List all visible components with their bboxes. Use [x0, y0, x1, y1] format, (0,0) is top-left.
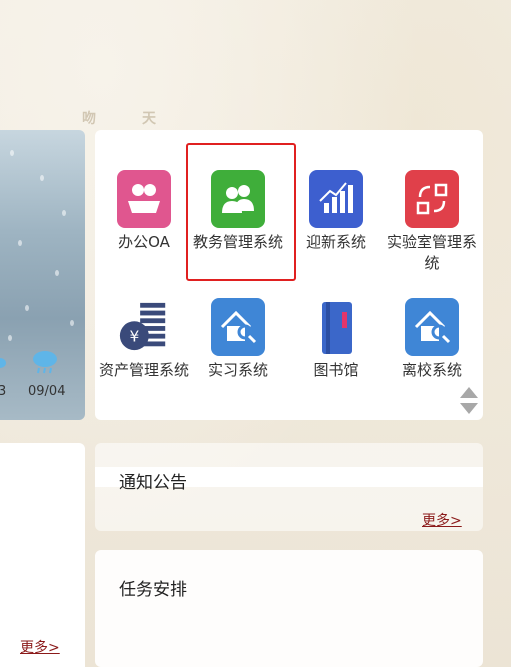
- cloud-rain-icon: [33, 351, 57, 374]
- flow-arrows-icon: [405, 170, 459, 228]
- app-label: 资产管理系统: [98, 361, 189, 379]
- weather-date: 09/04: [28, 384, 66, 399]
- weather-date: 3: [0, 384, 7, 399]
- weather-panel: 3 09/04: [0, 130, 85, 420]
- app-internship[interactable]: 实习系统: [189, 298, 287, 381]
- app-leaving-school[interactable]: 离校系统: [383, 298, 481, 381]
- book-icon: [309, 298, 363, 356]
- bar-chart-icon: [309, 170, 363, 228]
- calligraphy-char: 天: [142, 111, 156, 127]
- app-asset-management[interactable]: ¥ 资产管理系统: [95, 298, 193, 381]
- more-link[interactable]: 更多>: [20, 637, 60, 657]
- house-search-icon: [405, 298, 459, 356]
- app-office-oa[interactable]: 办公OA: [95, 170, 193, 253]
- house-search-icon: [211, 298, 265, 356]
- tasks-panel: 任务安排: [95, 550, 483, 667]
- app-lab-management[interactable]: 实验室管理系统: [383, 170, 481, 274]
- cloud-rain-icon: [0, 358, 6, 368]
- app-label: 离校系统: [401, 361, 462, 379]
- notice-panel: 通知公告 更多>: [95, 443, 483, 531]
- app-label: 实习系统: [207, 361, 268, 379]
- app-label: 迎新系统: [305, 233, 366, 251]
- app-library[interactable]: 图书馆: [287, 298, 385, 381]
- notice-more-link[interactable]: 更多>: [422, 510, 462, 530]
- scroll-arrows-icon[interactable]: [458, 385, 480, 417]
- left-panel: 更多>: [0, 443, 85, 667]
- coin-stack-icon: ¥: [117, 298, 171, 356]
- app-label: 办公OA: [118, 233, 170, 251]
- tasks-title: 任务安排: [119, 580, 187, 600]
- svg-text:¥: ¥: [129, 327, 139, 345]
- calligraphy-char: 吻: [82, 111, 96, 127]
- app-label: 图书馆: [313, 361, 359, 379]
- notice-title: 通知公告: [119, 473, 187, 493]
- app-freshman[interactable]: 迎新系统: [287, 170, 385, 253]
- office-people-icon: [117, 170, 171, 228]
- app-label: 实验室管理系统: [386, 233, 477, 272]
- highlight-box: [186, 143, 296, 281]
